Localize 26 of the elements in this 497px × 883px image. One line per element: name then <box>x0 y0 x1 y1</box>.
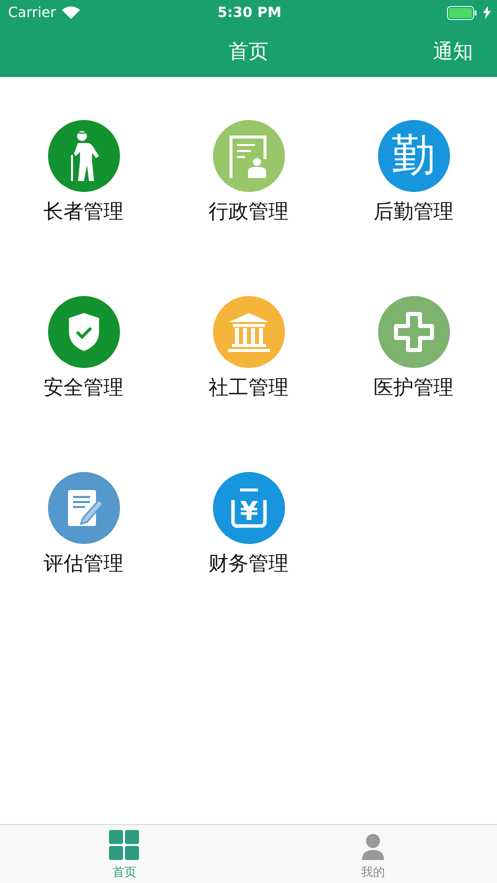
module-label: 社工管理 <box>208 374 288 401</box>
medical-cross-icon <box>392 311 434 353</box>
module-label: 后勤管理 <box>374 198 454 225</box>
module-label: 行政管理 <box>208 198 288 225</box>
page-title: 首页 <box>228 38 268 64</box>
module-label: 评估管理 <box>44 550 124 577</box>
shield-check-icon <box>66 312 100 352</box>
module-button[interactable]: ¥ <box>212 472 284 544</box>
notifications-link[interactable]: 通知 <box>433 38 473 64</box>
module-label: 长者管理 <box>44 198 124 225</box>
glyph-icon: 勤 <box>392 134 436 178</box>
module-label: 医护管理 <box>374 374 454 401</box>
module-label: 财务管理 <box>208 550 288 577</box>
module-label: 安全管理 <box>44 374 124 401</box>
tab-bar-item[interactable]: 我的 <box>248 825 497 883</box>
module-button[interactable]: 勤 <box>378 120 450 192</box>
carrier-text: Carrier <box>8 4 56 20</box>
document-person-icon <box>228 134 270 178</box>
battery-icon <box>447 6 477 20</box>
wifi-icon <box>62 6 80 19</box>
bank-icon <box>226 312 270 352</box>
grid-icon <box>109 830 140 860</box>
person-icon <box>362 834 384 860</box>
tab-bar-item[interactable]: 首页 <box>0 825 248 883</box>
time-text: 5:30 PM <box>218 4 282 20</box>
charging-icon <box>483 6 491 19</box>
